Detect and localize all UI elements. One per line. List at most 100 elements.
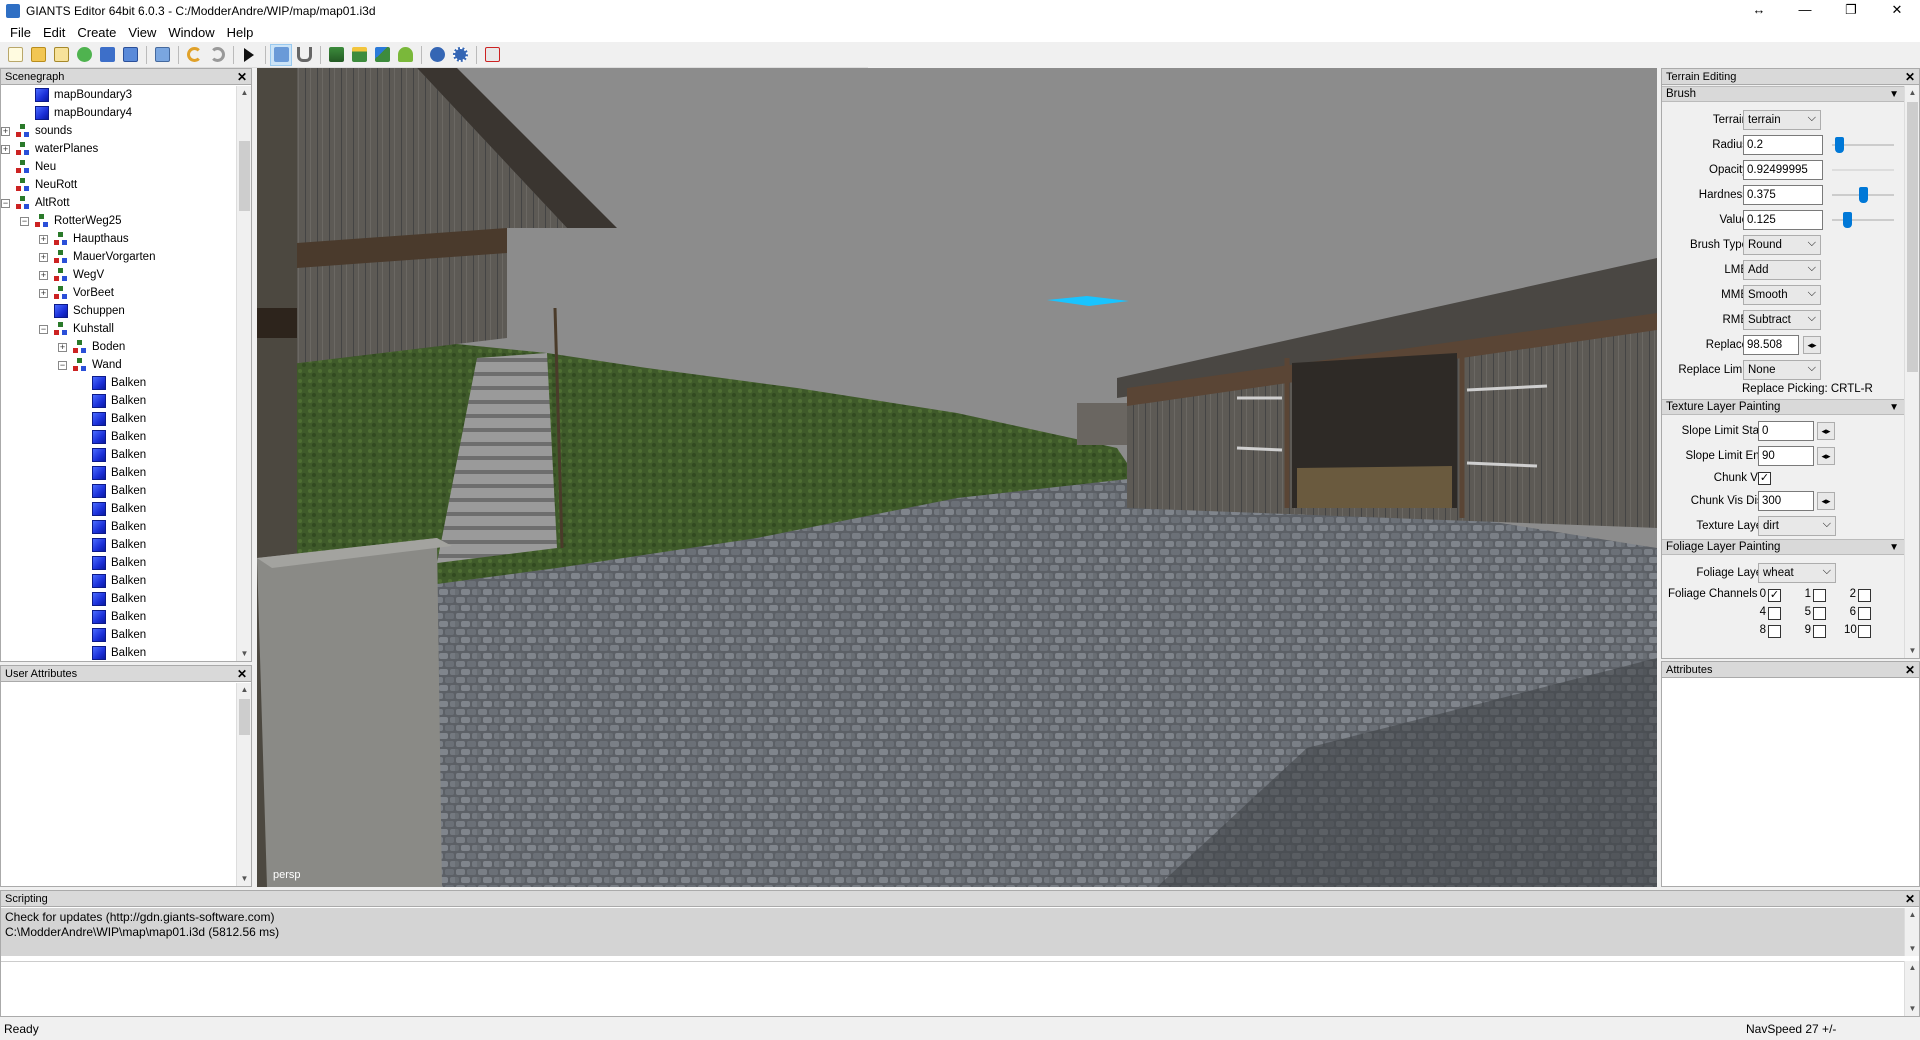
user-attributes-close-button[interactable]: ✕ [237,666,247,682]
scroll-thumb[interactable] [239,141,250,211]
scroll-up-arrow[interactable]: ▲ [1905,908,1920,922]
terrain-editing-scrollbar[interactable]: ▲ ▼ [1904,86,1919,658]
foliage-paint-button[interactable] [371,44,393,66]
chunk-vis-checkbox[interactable]: ✓ [1758,472,1771,485]
scenegraph-node[interactable]: Balken [1,446,237,464]
lmb-select[interactable]: Add [1743,259,1821,280]
scenegraph-node[interactable]: Balken [1,572,237,590]
scenegraph-node[interactable]: Balken [1,608,237,626]
resize-icon[interactable]: ↔ [1736,0,1782,22]
terrain-paint-button[interactable] [348,44,370,66]
scenegraph-node[interactable]: Balken [1,500,237,518]
expand-icon[interactable]: + [58,343,67,352]
scroll-down-arrow[interactable]: ▼ [1905,1002,1920,1016]
value-slider[interactable] [1832,212,1894,228]
collapse-icon[interactable]: ▼ [1889,540,1899,555]
script-input[interactable] [1,961,1904,1016]
value-input[interactable]: 0.125 [1743,210,1823,230]
reload-button[interactable] [73,44,95,66]
expand-icon[interactable]: + [39,253,48,262]
undo-button[interactable] [183,44,205,66]
scenegraph-node[interactable]: − RotterWeg25 [1,212,237,230]
brush-section-header[interactable]: Brush ▼ [1662,86,1905,102]
radius-input[interactable]: 0.2 [1743,135,1823,155]
scroll-thumb[interactable] [1907,102,1918,372]
foliage-channel-checkbox[interactable] [1858,589,1871,602]
scripting-close-button[interactable]: ✕ [1905,891,1915,907]
slope-limit-start-spinner[interactable]: ◂▸ [1817,422,1835,440]
scenegraph-node[interactable]: − Kuhstall [1,320,237,338]
scenegraph-node[interactable]: Schuppen [1,302,237,320]
import-button[interactable] [151,44,173,66]
scenegraph-node[interactable]: Balken [1,644,237,661]
foliage-channel-checkbox[interactable] [1813,589,1826,602]
scenegraph-node[interactable]: + WegV [1,266,237,284]
minimize-button[interactable]: — [1782,0,1828,22]
expand-icon[interactable]: + [39,235,48,244]
expand-icon[interactable]: + [1,145,10,154]
menu-edit[interactable]: Edit [37,25,71,40]
scenegraph-node[interactable]: Balken [1,554,237,572]
scenegraph-node[interactable]: Balken [1,464,237,482]
open-file-button[interactable] [27,44,49,66]
scenegraph-node[interactable]: Neu [1,158,237,176]
scenegraph-node[interactable]: + MauerVorgarten [1,248,237,266]
foliage-channel-checkbox[interactable] [1858,625,1871,638]
replace-input[interactable]: 98.508 [1743,335,1799,355]
foliage-channel-checkbox[interactable] [1813,607,1826,620]
magnet-button[interactable] [293,44,315,66]
scenegraph-node[interactable]: Balken [1,374,237,392]
scenegraph-node[interactable]: − Wand [1,356,237,374]
foliage-channel-checkbox[interactable] [1768,607,1781,620]
slope-limit-start-input[interactable]: 0 [1758,421,1814,441]
texture-section-header[interactable]: Texture Layer Painting ▼ [1662,399,1905,415]
menu-create[interactable]: Create [71,25,122,40]
scroll-up-arrow[interactable]: ▲ [237,86,252,100]
maximize-button[interactable]: ❐ [1828,0,1874,22]
clear-button[interactable] [481,44,503,66]
radius-slider-handle[interactable] [1835,137,1844,153]
foliage-channel-checkbox[interactable] [1858,607,1871,620]
scenegraph-node[interactable]: + VorBeet [1,284,237,302]
terrain-sculpt-button[interactable] [325,44,347,66]
plugin-settings-button[interactable] [449,44,471,66]
menu-file[interactable]: File [4,25,37,40]
close-button[interactable]: ✕ [1874,0,1920,22]
home-camera-button[interactable] [270,43,292,66]
rmb-select[interactable]: Subtract [1743,309,1821,330]
redo-button[interactable] [206,44,228,66]
scroll-down-arrow[interactable]: ▼ [1905,644,1919,658]
scenegraph-close-button[interactable]: ✕ [237,69,247,85]
slope-limit-end-spinner[interactable]: ◂▸ [1817,447,1835,465]
expand-icon[interactable]: + [1,127,10,136]
scenegraph-node[interactable]: − AltRott [1,194,237,212]
scenegraph-node[interactable]: Balken [1,410,237,428]
scenegraph-node[interactable]: Balken [1,590,237,608]
save-as-button[interactable] [119,44,141,66]
scenegraph-node[interactable]: Balken [1,428,237,446]
collapse-icon[interactable]: − [20,217,29,226]
tree-paint-button[interactable] [394,44,416,66]
scenegraph-node[interactable]: Balken [1,626,237,644]
chunk-vis-dist-spinner[interactable]: ◂▸ [1817,492,1835,510]
collapse-icon[interactable]: − [1,199,10,208]
replace-spinner[interactable]: ◂▸ [1803,336,1821,354]
scenegraph-node[interactable]: NeuRott [1,176,237,194]
scroll-up-arrow[interactable]: ▲ [1905,86,1919,100]
edit-file-button[interactable] [50,44,72,66]
scroll-down-arrow[interactable]: ▼ [237,647,252,661]
collapse-icon[interactable]: − [58,361,67,370]
terrain-select[interactable]: terrain [1743,109,1821,130]
slope-limit-end-input[interactable]: 90 [1758,446,1814,466]
brush-type-select[interactable]: Round [1743,234,1821,255]
replace-limit-select[interactable]: None [1743,359,1821,380]
texture-layer-select[interactable]: dirt [1758,515,1836,536]
foliage-layer-select[interactable]: wheat [1758,562,1836,583]
collapse-icon[interactable]: − [39,325,48,334]
foliage-section-header[interactable]: Foliage Layer Painting ▼ [1662,539,1905,555]
new-file-button[interactable] [4,44,26,66]
menu-window[interactable]: Window [162,25,220,40]
script-log-scrollbar[interactable]: ▲ ▼ [1904,908,1919,956]
menu-help[interactable]: Help [221,25,260,40]
foliage-channel-checkbox[interactable]: ✓ [1768,589,1781,602]
